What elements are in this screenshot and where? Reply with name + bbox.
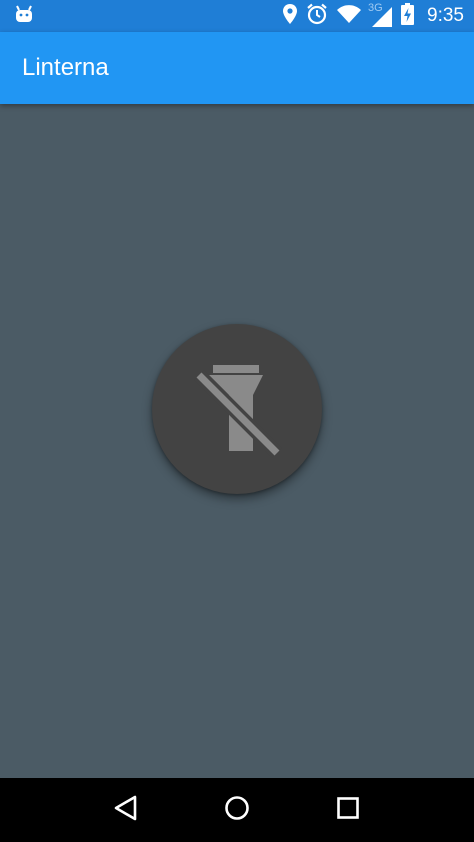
android-debug-icon (14, 5, 34, 28)
recents-button[interactable] (328, 790, 368, 830)
recents-icon (336, 796, 360, 825)
back-icon (114, 795, 138, 826)
battery-charging-icon (401, 2, 415, 30)
alarm-icon (306, 3, 328, 30)
app-title: Linterna (22, 54, 109, 81)
status-time: 9:35 (427, 5, 464, 26)
main-content (0, 104, 474, 778)
wifi-icon (337, 4, 362, 28)
location-icon (283, 3, 298, 29)
app-bar: Linterna (0, 32, 474, 104)
flashlight-off-icon (185, 355, 289, 464)
home-icon (224, 795, 250, 826)
flashlight-toggle-button[interactable] (152, 324, 322, 494)
navigation-bar (0, 778, 474, 842)
status-bar: 3G 9:35 (0, 0, 474, 32)
cell-signal-icon: 3G (368, 2, 393, 27)
back-button[interactable] (106, 790, 146, 830)
home-button[interactable] (217, 790, 257, 830)
